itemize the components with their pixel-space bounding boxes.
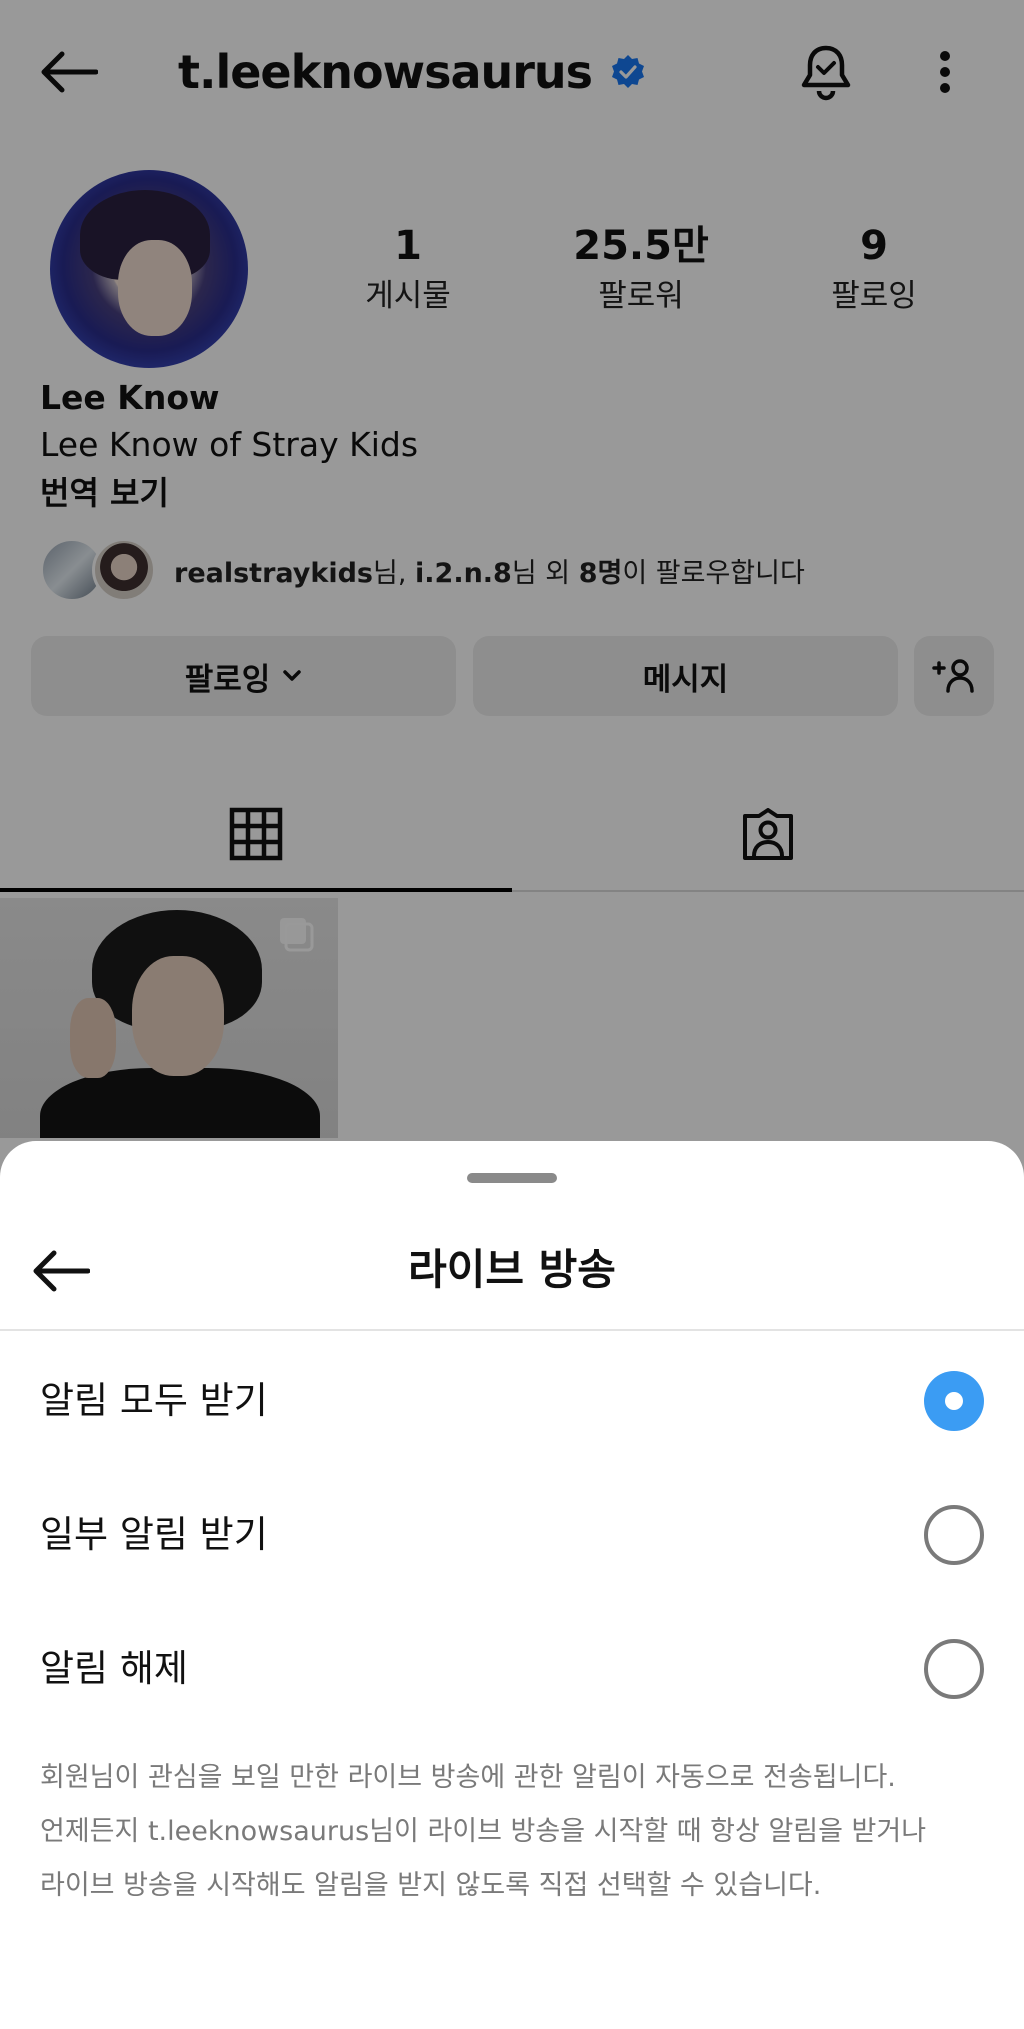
option-notifications-off[interactable]: 알림 해제	[0, 1602, 1024, 1736]
option-all-notifications[interactable]: 알림 모두 받기	[0, 1334, 1024, 1468]
option-some-notifications[interactable]: 일부 알림 받기	[0, 1468, 1024, 1602]
sheet-title: 라이브 방송	[408, 1245, 616, 1294]
sheet-back-button[interactable]	[28, 1241, 92, 1301]
bottom-sheet: 라이브 방송 알림 모두 받기 일부 알림 받기 알림 해제 회원님이 관심을 …	[0, 1141, 1024, 2029]
option-label: 일부 알림 받기	[40, 1513, 268, 1556]
description-line: 회원님이 관심을 보일 만한 라이브 방송에 관한 알림이 자동으로 전송됩니다…	[40, 1762, 896, 1793]
radio-unselected[interactable]	[924, 1639, 984, 1699]
sheet-description: 회원님이 관심을 보일 만한 라이브 방송에 관한 알림이 자동으로 전송됩니다…	[40, 1751, 990, 1913]
option-label: 알림 모두 받기	[40, 1379, 268, 1422]
arrow-left-icon	[33, 1250, 90, 1292]
sheet-header: 라이브 방송	[0, 1211, 1024, 1331]
option-label: 알림 해제	[40, 1647, 188, 1690]
description-line: 언제든지 t.leeknowsaurus님이 라이브 방송을 시작할 때 항상 …	[40, 1816, 927, 1847]
radio-unselected[interactable]	[924, 1505, 984, 1565]
radio-selected[interactable]	[924, 1371, 984, 1431]
drag-handle[interactable]	[467, 1173, 557, 1183]
description-line: 라이브 방송을 시작해도 알림을 받지 않도록 직접 선택할 수 있습니다.	[40, 1870, 822, 1901]
